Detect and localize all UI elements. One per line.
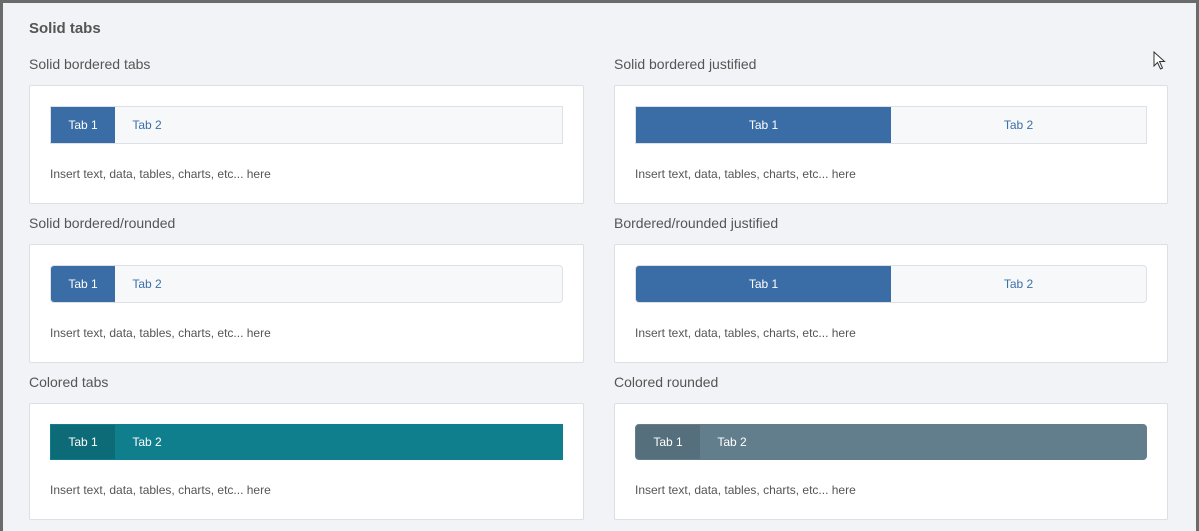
tab-bar: Tab 1 Tab 2 bbox=[635, 106, 1147, 144]
tab-content-text: Insert text, data, tables, charts, etc..… bbox=[50, 167, 271, 181]
tab-content-text: Insert text, data, tables, charts, etc..… bbox=[635, 483, 856, 497]
card-solid-bordered-justified: Tab 1 Tab 2 Insert text, data, tables, c… bbox=[614, 85, 1168, 204]
tab-bar: Tab 1 Tab 2 bbox=[635, 424, 1147, 460]
section-title-colored-rounded: Colored rounded bbox=[614, 374, 719, 390]
section-title-colored-tabs: Colored tabs bbox=[29, 374, 109, 390]
tab-1[interactable]: Tab 1 bbox=[636, 425, 700, 459]
section-title-solid-bordered-justified: Solid bordered justified bbox=[614, 56, 757, 72]
card-bordered-rounded-justified: Tab 1 Tab 2 Insert text, data, tables, c… bbox=[614, 244, 1168, 363]
tab-1[interactable]: Tab 1 bbox=[636, 107, 891, 143]
tab-2[interactable]: Tab 2 bbox=[891, 107, 1146, 143]
tab-bar: Tab 1 Tab 2 bbox=[50, 424, 563, 460]
tab-2[interactable]: Tab 2 bbox=[115, 107, 179, 143]
tab-content-text: Insert text, data, tables, charts, etc..… bbox=[635, 326, 856, 340]
tab-2[interactable]: Tab 2 bbox=[115, 266, 179, 302]
section-title-bordered-rounded-justified: Bordered/rounded justified bbox=[614, 215, 779, 231]
card-solid-bordered-tabs: Tab 1 Tab 2 Insert text, data, tables, c… bbox=[29, 85, 584, 204]
mouse-pointer-icon bbox=[1153, 51, 1166, 70]
tab-1[interactable]: Tab 1 bbox=[51, 107, 115, 143]
card-colored-rounded: Tab 1 Tab 2 Insert text, data, tables, c… bbox=[614, 403, 1168, 520]
card-solid-bordered-rounded: Tab 1 Tab 2 Insert text, data, tables, c… bbox=[29, 244, 584, 363]
section-title-solid-bordered-rounded: Solid bordered/rounded bbox=[29, 215, 176, 231]
tab-1[interactable]: Tab 1 bbox=[51, 425, 115, 459]
tab-content-text: Insert text, data, tables, charts, etc..… bbox=[50, 326, 271, 340]
tab-content-text: Insert text, data, tables, charts, etc..… bbox=[50, 483, 271, 497]
tab-2[interactable]: Tab 2 bbox=[700, 425, 764, 459]
tab-2[interactable]: Tab 2 bbox=[115, 425, 179, 459]
tab-1[interactable]: Tab 1 bbox=[51, 266, 115, 302]
tab-bar: Tab 1 Tab 2 bbox=[635, 265, 1147, 303]
tab-bar: Tab 1 Tab 2 bbox=[50, 106, 563, 144]
tab-2[interactable]: Tab 2 bbox=[891, 266, 1146, 302]
page-title: Solid tabs bbox=[29, 20, 101, 37]
section-title-solid-bordered-tabs: Solid bordered tabs bbox=[29, 56, 151, 72]
card-colored-tabs: Tab 1 Tab 2 Insert text, data, tables, c… bbox=[29, 403, 584, 520]
tab-1[interactable]: Tab 1 bbox=[636, 266, 891, 302]
tab-bar: Tab 1 Tab 2 bbox=[50, 265, 563, 303]
tab-content-text: Insert text, data, tables, charts, etc..… bbox=[635, 167, 856, 181]
